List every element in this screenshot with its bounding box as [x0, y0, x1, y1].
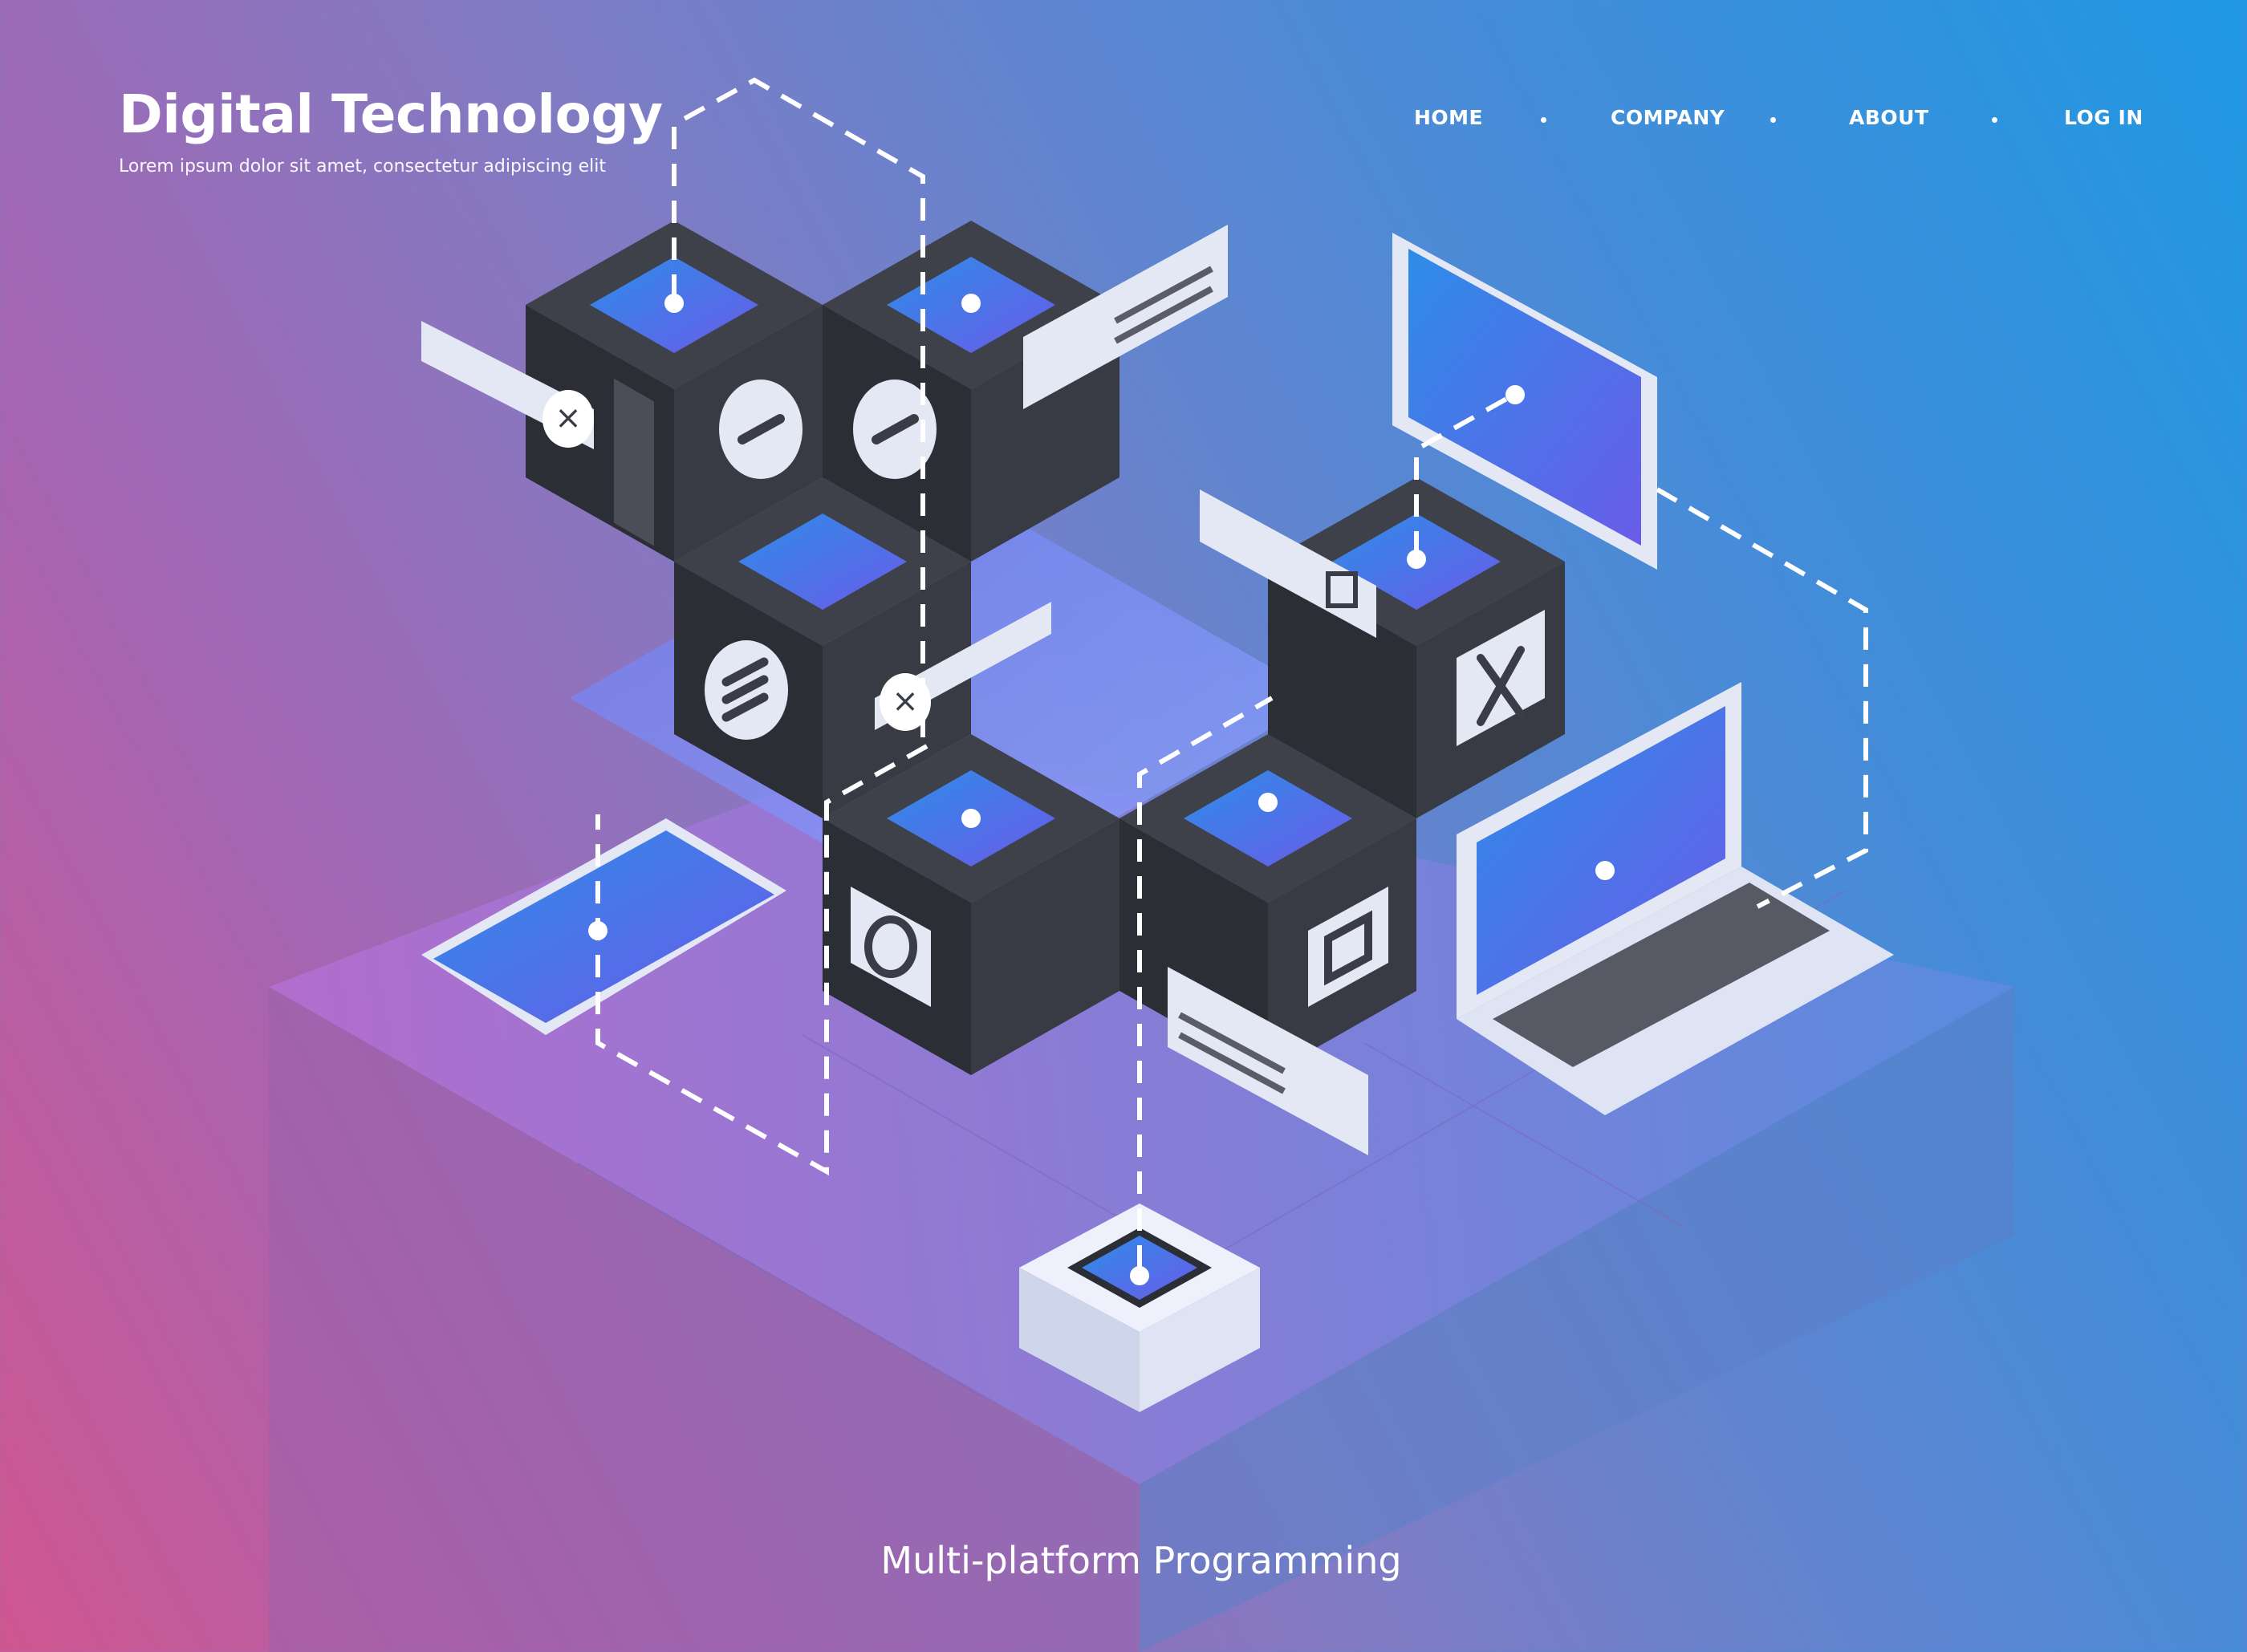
brand-block: Digital Technology Lorem ipsum dolor sit… [119, 83, 663, 177]
nav-company[interactable]: COMPANY [1611, 106, 1725, 129]
minus-icon [719, 380, 802, 479]
nav-about[interactable]: ABOUT [1849, 106, 1929, 129]
nav-separator [1770, 117, 1776, 123]
page-subtitle: Lorem ipsum dolor sit amet, consectetur … [119, 156, 606, 177]
equals-icon [705, 640, 788, 740]
page-title: Digital Technology [119, 83, 663, 145]
top-nav: HOME COMPANY ABOUT LOG IN [1380, 106, 2151, 138]
svg-text:×: × [892, 683, 919, 720]
nav-home[interactable]: HOME [1414, 106, 1483, 129]
nav-separator [1541, 117, 1546, 123]
illustration-scene: × × [269, 77, 2014, 1652]
nav-log-in[interactable]: LOG IN [2064, 106, 2143, 129]
nav-separator [1992, 117, 1997, 123]
svg-text:×: × [555, 400, 582, 436]
caption: Multi-platform Programming [880, 1539, 1402, 1582]
